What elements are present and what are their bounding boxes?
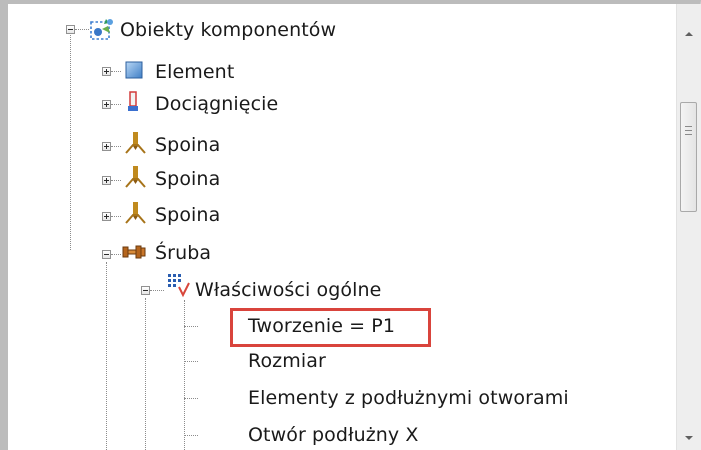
component-objects-icon [90,17,116,41]
tree-node-label[interactable]: Dociągnięcie [155,92,278,116]
tree-node-label[interactable]: Element [155,60,234,84]
tree-guide-line [111,104,121,105]
tree-guide-line [106,262,107,450]
collapse-toggle[interactable] [66,25,75,34]
tree-guide-line [150,290,164,291]
tree-guide-line [184,398,198,399]
tree-guide-line [184,361,198,362]
scroll-up-arrow[interactable] [677,22,701,46]
tree-guide-line [111,146,121,147]
properties-icon [165,272,191,298]
weld-icon [124,201,146,224]
scroll-down-arrow[interactable] [677,426,701,450]
tree-guide-line [111,180,121,181]
tree-node-label[interactable]: Spoina [155,133,220,157]
tree-node-label[interactable]: Elementy z podłużnymi otworami [248,386,569,410]
tree-node-label[interactable]: Spoina [155,203,220,227]
tree-node-label[interactable]: Tworzenie = P1 [248,314,395,338]
expand-toggle[interactable] [102,67,111,76]
vertical-scrollbar[interactable] [676,4,701,450]
element-icon [124,59,144,81]
tree-guide-line [75,29,89,30]
weld-icon [124,131,146,154]
tree-guide-line [70,28,71,250]
tree-guide-line [184,300,185,450]
tree-guide-line [111,216,121,217]
tree-guide-line [111,71,121,72]
stiffener-icon [124,90,144,112]
tree-node-label[interactable]: Otwór podłużny X [248,423,419,447]
tree-node-label[interactable]: Śruba [155,241,211,265]
component-tree[interactable]: Obiekty komponentów Element Dociągnięcie… [8,4,676,450]
tree-guide-line [145,298,146,450]
tree-node-label[interactable]: Właściwości ogólne [195,278,381,302]
weld-icon [124,165,146,188]
collapse-toggle[interactable] [141,286,150,295]
tree-guide-line [184,326,198,327]
expand-toggle[interactable] [102,176,111,185]
bolt-icon [121,243,147,261]
collapse-toggle[interactable] [102,250,111,259]
expand-toggle[interactable] [102,212,111,221]
tree-node-label[interactable]: Spoina [155,167,220,191]
tree-guide-line [184,435,198,436]
expand-toggle[interactable] [102,100,111,109]
expand-toggle[interactable] [102,142,111,151]
tree-node-label[interactable]: Rozmiar [248,349,326,373]
tree-node-label[interactable]: Obiekty komponentów [120,18,336,42]
tree-guide-line [111,254,121,255]
scrollbar-thumb[interactable] [680,102,697,212]
